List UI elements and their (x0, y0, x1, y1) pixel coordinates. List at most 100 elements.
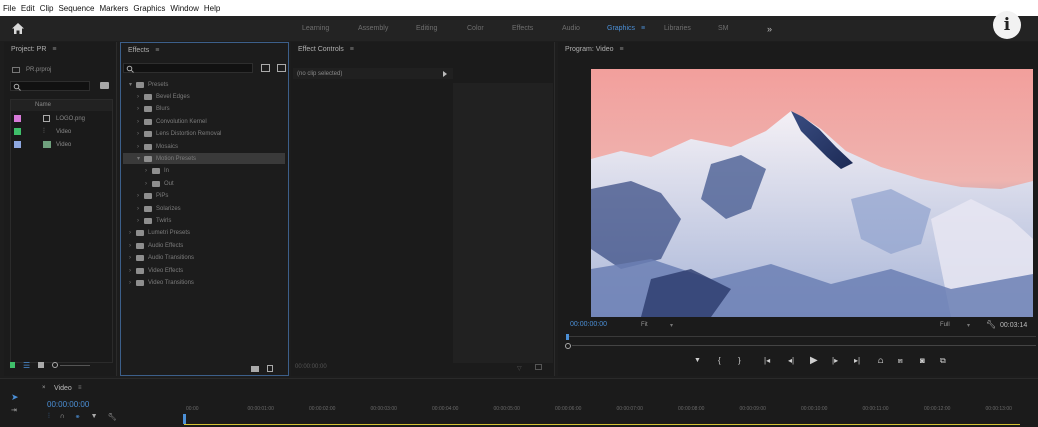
extract-icon[interactable]: ⩎ (898, 356, 903, 366)
32-bit-effects-icon[interactable] (277, 64, 286, 72)
playhead-marker[interactable] (566, 334, 569, 340)
quality-select[interactable]: Full (940, 322, 950, 328)
accelerated-effects-icon[interactable] (261, 64, 270, 72)
project-search-input[interactable] (10, 81, 90, 91)
effects-tree-item[interactable]: › In (123, 166, 285, 177)
effects-tree-item[interactable]: ▾ Presets (123, 79, 285, 90)
workspace-tab-color[interactable]: Color (467, 25, 484, 32)
home-icon[interactable] (11, 22, 25, 35)
step-forward-icon[interactable]: |▸ (832, 356, 838, 365)
zoom-slider-handle[interactable] (52, 362, 59, 368)
new-bin-icon[interactable] (251, 366, 259, 372)
chevron-icon[interactable]: ▾ (129, 81, 136, 88)
chevron-icon[interactable]: › (137, 218, 144, 224)
play-icon[interactable]: ▶ (810, 355, 818, 366)
icon-view-icon[interactable] (38, 362, 45, 368)
chevron-icon[interactable]: › (145, 181, 152, 187)
timeline-timecode[interactable]: 00:00:00:00 (47, 400, 89, 409)
chevron-icon[interactable]: ▾ (137, 155, 144, 162)
playhead-marker[interactable] (183, 414, 186, 424)
effects-tree-item[interactable]: › Solarizes (123, 203, 285, 214)
chevron-icon[interactable]: › (129, 255, 136, 261)
zoom-scroll-bar[interactable] (572, 345, 1036, 346)
chevron-icon[interactable]: › (137, 193, 144, 199)
work-area-bar[interactable] (184, 424, 1020, 425)
mark-in-icon[interactable]: { (718, 356, 721, 365)
track-select-tool-icon[interactable]: ⇥ (11, 406, 17, 414)
program-monitor-header[interactable]: Program: Video ≡ (558, 42, 1038, 56)
effects-tree-item[interactable]: › Mosaics (123, 141, 285, 152)
workspace-tab-libraries[interactable]: Libraries (664, 25, 691, 32)
panel-menu-icon[interactable]: ≡ (620, 46, 624, 53)
effects-tree-item[interactable]: ▾ Motion Presets (123, 153, 285, 165)
step-back-icon[interactable]: ◂| (788, 356, 794, 365)
effect-controls-header[interactable]: Effect Controls ≡ (291, 42, 554, 56)
clip-selection-bar[interactable]: (no clip selected) (293, 68, 453, 79)
linked-selection-icon[interactable]: ⚭ (75, 413, 81, 421)
info-button[interactable]: i (993, 11, 1021, 39)
workspace-tab-sm[interactable]: SM (718, 25, 729, 32)
chevron-icon[interactable]: › (145, 168, 152, 174)
chevron-icon[interactable]: › (129, 280, 136, 286)
chevron-down-icon[interactable]: ▾ (967, 322, 970, 329)
wrench-icon[interactable]: 🔧︎ (986, 320, 996, 329)
chevron-icon[interactable]: › (129, 243, 136, 249)
zoom-slider-track[interactable] (60, 364, 91, 366)
workspace-tab-graphics[interactable]: Graphics (607, 25, 635, 32)
effects-panel-header[interactable]: Effects ≡ (121, 43, 288, 57)
workspace-menu-icon[interactable]: ≡ (641, 25, 645, 32)
chevron-icon[interactable]: › (137, 106, 144, 112)
export-icon[interactable] (535, 364, 542, 370)
effects-tree-item[interactable]: › Twirls (123, 215, 285, 226)
menu-help[interactable]: Help (204, 4, 220, 13)
timeline-title[interactable]: Video (54, 385, 72, 392)
delete-icon[interactable] (267, 365, 273, 372)
mark-out-icon[interactable]: } (738, 356, 741, 365)
workspace-tab-assembly[interactable]: Assembly (358, 25, 388, 32)
menu-window[interactable]: Window (170, 4, 198, 13)
workspace-more-icon[interactable]: » (767, 24, 772, 34)
effects-tree-item[interactable]: › Bevel Edges (123, 91, 285, 102)
workspace-tab-audio[interactable]: Audio (562, 25, 580, 32)
wrench-icon[interactable]: 🔧︎ (108, 413, 117, 421)
new-bin-icon[interactable] (100, 82, 109, 89)
add-marker-icon[interactable]: ▼ (91, 413, 98, 421)
workspace-tab-editing[interactable]: Editing (416, 25, 437, 32)
panel-menu-icon[interactable]: ≡ (350, 46, 354, 53)
panel-menu-icon[interactable]: ≡ (52, 46, 56, 53)
program-timecode[interactable]: 00:00:00:00 (570, 321, 607, 328)
play-triangle-icon[interactable] (443, 71, 447, 77)
menu-edit[interactable]: Edit (21, 4, 35, 13)
effects-tree-item[interactable]: › Lens Distortion Removal (123, 129, 285, 140)
lift-icon[interactable]: ⩍ (878, 356, 883, 366)
menu-sequence[interactable]: Sequence (58, 4, 94, 13)
filter-icon[interactable]: ▽ (517, 365, 522, 372)
export-frame-icon[interactable]: ◙ (920, 356, 925, 365)
effects-tree-item[interactable]: › Blurs (123, 104, 285, 115)
chevron-down-icon[interactable]: ▾ (670, 322, 673, 329)
effects-tree-item[interactable]: › PiPs (123, 191, 285, 202)
selection-tool-icon[interactable]: ➤ (11, 392, 19, 403)
effects-tree-item[interactable]: › Audio Effects (123, 240, 285, 251)
lock-icon[interactable] (10, 362, 15, 368)
panel-menu-icon[interactable]: ≡ (78, 385, 82, 391)
workspace-tab-effects[interactable]: Effects (512, 25, 533, 32)
list-item[interactable]: LOGO.png (14, 115, 85, 122)
project-panel-header[interactable]: Project: PR ≡ (4, 42, 116, 56)
insert-sequence-icon[interactable]: ⫶ (48, 413, 50, 421)
add-marker-icon[interactable]: ▼ (694, 357, 701, 364)
program-scrub-bar[interactable] (566, 336, 1036, 337)
workspace-tab-learning[interactable]: Learning (302, 25, 329, 32)
chevron-icon[interactable]: › (129, 230, 136, 236)
chevron-icon[interactable]: › (137, 119, 144, 125)
list-item[interactable]: Video (14, 141, 71, 148)
column-name-header[interactable]: Name (35, 102, 51, 108)
effects-tree-item[interactable]: › Lumetri Presets (123, 228, 285, 239)
playhead-handle[interactable] (565, 343, 571, 349)
menu-graphics[interactable]: Graphics (133, 4, 165, 13)
list-item[interactable]: ⫶ Video (14, 128, 71, 135)
chevron-icon[interactable]: › (137, 94, 144, 100)
go-to-out-icon[interactable]: ▸| (854, 356, 860, 365)
effects-tree-item[interactable]: › Out (123, 178, 285, 189)
chevron-icon[interactable]: › (137, 206, 144, 212)
